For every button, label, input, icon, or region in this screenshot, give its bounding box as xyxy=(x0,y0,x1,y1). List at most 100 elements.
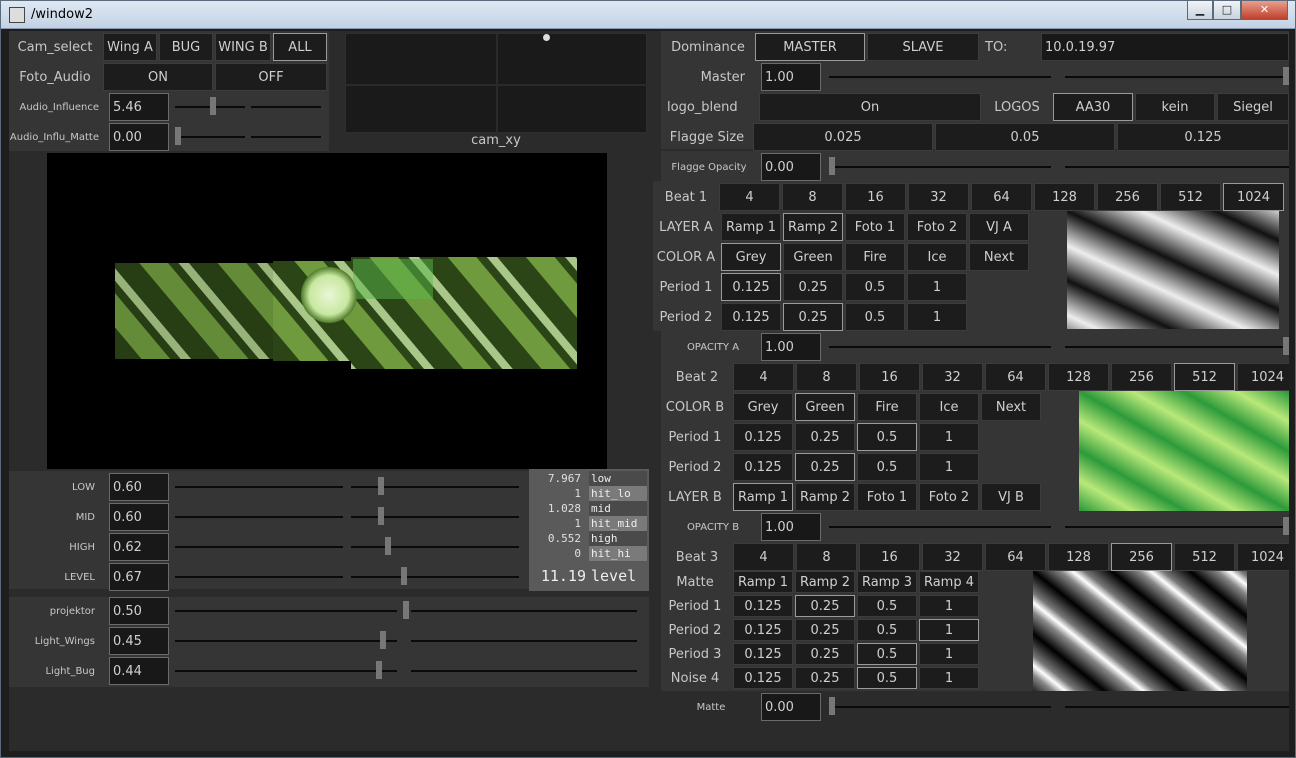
beat3-32-button[interactable]: 32 xyxy=(922,543,983,571)
light-light-wings-slider[interactable] xyxy=(380,631,387,649)
logo-siegel-button[interactable]: Siegel xyxy=(1217,93,1289,121)
light-projektor-value[interactable]: 0.50 xyxy=(109,597,169,625)
color_b-green-button[interactable]: Green xyxy=(795,393,855,421)
matte-period-3-05-button[interactable]: 0.5 xyxy=(857,643,917,665)
beat3-512-button[interactable]: 512 xyxy=(1174,543,1235,571)
logo-kein-button[interactable]: kein xyxy=(1135,93,1215,121)
audio-influ-matte-slider[interactable] xyxy=(175,127,181,145)
foto-audio-on-button[interactable]: ON xyxy=(103,63,213,91)
period1-a-025-button[interactable]: 0.25 xyxy=(783,273,843,301)
dominance-master-button[interactable]: MASTER xyxy=(755,33,865,61)
period2-b-1-button[interactable]: 1 xyxy=(919,453,979,481)
foto-audio-off-button[interactable]: OFF xyxy=(215,63,327,91)
cam-all-button[interactable]: ALL xyxy=(273,33,327,61)
band-high-value[interactable]: 0.62 xyxy=(109,533,169,561)
period2-a-0125-button[interactable]: 0.125 xyxy=(721,303,781,331)
matte-period-3-1-button[interactable]: 1 xyxy=(919,643,979,665)
beat1-512-button[interactable]: 512 xyxy=(1160,183,1221,211)
beat2-16-button[interactable]: 16 xyxy=(859,363,920,391)
opacity-a-slider[interactable] xyxy=(1283,337,1289,355)
band-level-slider[interactable] xyxy=(401,567,408,585)
matte-ramp-4-button[interactable]: Ramp 4 xyxy=(919,571,979,593)
matte-noise-4-1-button[interactable]: 1 xyxy=(919,667,979,689)
band-low-value[interactable]: 0.60 xyxy=(109,473,169,501)
cam-xy-pad[interactable] xyxy=(345,33,648,134)
period2-a-05-button[interactable]: 0.5 xyxy=(845,303,905,331)
layer_a-foto-2-button[interactable]: Foto 2 xyxy=(907,213,967,241)
dominance-slave-button[interactable]: SLAVE xyxy=(867,33,979,61)
light-projektor-slider[interactable] xyxy=(403,601,409,619)
matte-slider-thumb[interactable] xyxy=(829,697,835,715)
to-ip-input[interactable]: 10.0.19.97 xyxy=(1041,33,1289,61)
beat3-4-button[interactable]: 4 xyxy=(733,543,794,571)
flagge-opacity-value[interactable]: 0.00 xyxy=(761,153,821,181)
color_a-grey-button[interactable]: Grey xyxy=(721,243,781,271)
matte-period-1-025-button[interactable]: 0.25 xyxy=(795,595,855,617)
cam-wing-a-button[interactable]: Wing A xyxy=(103,33,157,61)
beat2-4-button[interactable]: 4 xyxy=(733,363,794,391)
maximize-button[interactable]: □ xyxy=(1213,1,1241,20)
color_b-fire-button[interactable]: Fire xyxy=(857,393,917,421)
light-light-wings-value[interactable]: 0.45 xyxy=(109,627,169,655)
period2-b-0125-button[interactable]: 0.125 xyxy=(733,453,793,481)
light-light-bug-slider[interactable] xyxy=(375,661,382,679)
period1-b-025-button[interactable]: 0.25 xyxy=(795,423,855,451)
color_b-grey-button[interactable]: Grey xyxy=(733,393,793,421)
period2-b-05-button[interactable]: 0.5 xyxy=(857,453,917,481)
beat2-128-button[interactable]: 128 xyxy=(1048,363,1109,391)
matte-period-2-0125-button[interactable]: 0.125 xyxy=(733,619,793,641)
beat1-128-button[interactable]: 128 xyxy=(1034,183,1095,211)
layer_a-ramp-1-button[interactable]: Ramp 1 xyxy=(721,213,781,241)
flagge-opacity-slider[interactable] xyxy=(829,157,835,175)
matte-period-2-1-button[interactable]: 1 xyxy=(919,619,979,641)
beat2-32-button[interactable]: 32 xyxy=(922,363,983,391)
band-mid-slider[interactable] xyxy=(377,507,384,525)
master-slider[interactable] xyxy=(1283,67,1289,85)
beat2-512-button[interactable]: 512 xyxy=(1174,363,1235,391)
layer_a-ramp-2-button[interactable]: Ramp 2 xyxy=(783,213,843,241)
matte-slider-value[interactable]: 0.00 xyxy=(761,693,821,721)
layer_b-foto-1-button[interactable]: Foto 1 xyxy=(857,483,917,511)
beat1-32-button[interactable]: 32 xyxy=(908,183,969,211)
flagge-size-0025-button[interactable]: 0.025 xyxy=(753,123,933,151)
matte-noise-4-05-button[interactable]: 0.5 xyxy=(857,667,917,689)
beat1-256-button[interactable]: 256 xyxy=(1097,183,1158,211)
beat1-4-button[interactable]: 4 xyxy=(719,183,780,211)
matte-period-1-05-button[interactable]: 0.5 xyxy=(857,595,917,617)
color_b-next-button[interactable]: Next xyxy=(981,393,1041,421)
audio-influ-matte-value[interactable]: 0.00 xyxy=(109,123,169,151)
matte-noise-4-0125-button[interactable]: 0.125 xyxy=(733,667,793,689)
matte-period-3-0125-button[interactable]: 0.125 xyxy=(733,643,793,665)
period1-b-1-button[interactable]: 1 xyxy=(919,423,979,451)
period1-a-0125-button[interactable]: 0.125 xyxy=(721,273,781,301)
layer_a-foto-1-button[interactable]: Foto 1 xyxy=(845,213,905,241)
logo-blend-button[interactable]: On xyxy=(759,93,981,121)
flagge-size-0125-button[interactable]: 0.125 xyxy=(1117,123,1289,151)
opacity-b-value[interactable]: 1.00 xyxy=(761,513,821,541)
layer_a-vj-a-button[interactable]: VJ A xyxy=(969,213,1029,241)
beat1-8-button[interactable]: 8 xyxy=(782,183,843,211)
color_a-ice-button[interactable]: Ice xyxy=(907,243,967,271)
color_b-ice-button[interactable]: Ice xyxy=(919,393,979,421)
period1-a-1-button[interactable]: 1 xyxy=(907,273,967,301)
period2-a-025-button[interactable]: 0.25 xyxy=(783,303,843,331)
beat3-64-button[interactable]: 64 xyxy=(985,543,1046,571)
beat1-1024-button[interactable]: 1024 xyxy=(1223,183,1284,211)
color_a-fire-button[interactable]: Fire xyxy=(845,243,905,271)
beat3-16-button[interactable]: 16 xyxy=(859,543,920,571)
close-button[interactable]: ✕ xyxy=(1241,1,1288,20)
audio-influence-slider[interactable] xyxy=(210,97,217,115)
cam-xy-cursor[interactable] xyxy=(543,34,550,41)
matte-ramp-2-button[interactable]: Ramp 2 xyxy=(795,571,855,593)
audio-influence-value[interactable]: 5.46 xyxy=(109,93,169,121)
matte-period-1-1-button[interactable]: 1 xyxy=(919,595,979,617)
beat2-8-button[interactable]: 8 xyxy=(796,363,857,391)
band-mid-value[interactable]: 0.60 xyxy=(109,503,169,531)
light-light-bug-value[interactable]: 0.44 xyxy=(109,657,169,685)
period1-a-05-button[interactable]: 0.5 xyxy=(845,273,905,301)
matte-period-2-025-button[interactable]: 0.25 xyxy=(795,619,855,641)
beat3-128-button[interactable]: 128 xyxy=(1048,543,1109,571)
color_a-green-button[interactable]: Green xyxy=(783,243,843,271)
opacity-b-slider[interactable] xyxy=(1283,517,1289,535)
beat3-256-button[interactable]: 256 xyxy=(1111,543,1172,571)
